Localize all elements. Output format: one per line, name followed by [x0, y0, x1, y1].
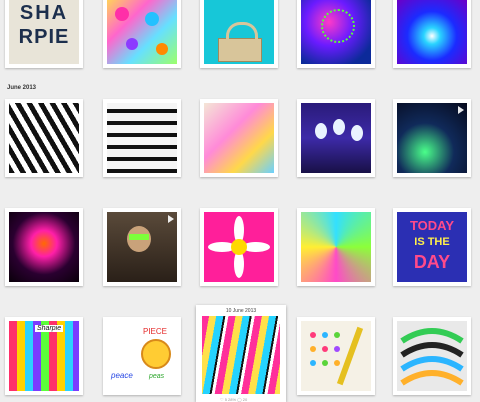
neon-burst-photo: [397, 0, 467, 64]
pizza-icon: [141, 339, 171, 369]
markers-icon: [400, 328, 464, 386]
decorated-markers-photo: [397, 321, 467, 391]
photo-tile-expanded[interactable]: 10 June 2013 ♡ 5 28% ◯ 20: [196, 305, 286, 402]
picnic-basket-photo: [204, 0, 274, 64]
neon-tiger-photo: [9, 212, 79, 282]
photo-tile[interactable]: [103, 99, 181, 177]
section-date-label: June 2013: [7, 85, 37, 91]
daisy-photo: [204, 212, 274, 282]
peace-pizza-photo: PIECE peace peas: [107, 321, 177, 391]
decorated-mask-photo: [204, 103, 274, 173]
photo-tile[interactable]: [297, 99, 375, 177]
photo-tile[interactable]: [200, 0, 278, 68]
photo-tile[interactable]: [393, 0, 471, 68]
photo-tile[interactable]: [297, 317, 375, 395]
sharpie-logo-photo: SHA RPIE: [9, 0, 79, 64]
sharpie-markers-photo: Sharpie: [9, 321, 79, 391]
firework-icon: [321, 9, 355, 43]
markers-brand-label: Sharpie: [35, 325, 64, 332]
photo-tile[interactable]: [5, 99, 83, 177]
colorful-stripes-photo: [202, 316, 280, 394]
photo-tile[interactable]: [200, 99, 278, 177]
glow-party-photo: [397, 103, 467, 173]
photo-tile[interactable]: Sharpie: [5, 317, 83, 395]
photo-tile[interactable]: [103, 208, 181, 286]
photo-tile[interactable]: [5, 208, 83, 286]
photo-tile[interactable]: [393, 317, 471, 395]
dots-icon: [310, 326, 364, 386]
today-text-line3: DAY: [413, 252, 451, 272]
basket-handle-icon: [226, 22, 258, 43]
today-is-the-day-photo: TODAY IS THE DAY: [397, 212, 467, 282]
video-play-icon: [168, 215, 174, 223]
peace-word-peas: peas: [149, 373, 165, 380]
photo-tile[interactable]: PIECE peace peas: [103, 317, 181, 395]
masked-group-photo: [301, 103, 371, 173]
bw-pattern-photo: [9, 103, 79, 173]
today-text-line2: IS THE: [414, 236, 450, 248]
photo-tile[interactable]: [297, 208, 375, 286]
peace-word-peace: peace: [111, 371, 133, 380]
daisy-icon: [208, 216, 270, 278]
today-text-line1: TODAY: [409, 218, 455, 233]
fireworks-photo: [301, 0, 371, 64]
photo-tile[interactable]: TODAY IS THE DAY: [393, 208, 471, 286]
photo-stats: ♡ 5 28% ◯ 20: [220, 397, 248, 402]
sharpie-text-line1: SHA: [19, 2, 69, 24]
photo-tile[interactable]: [103, 0, 181, 68]
bikini-pattern-photo: [107, 0, 177, 64]
masked-person-photo: [107, 212, 177, 282]
photo-tile[interactable]: SHA RPIE: [5, 0, 83, 68]
video-play-icon: [458, 106, 464, 114]
peace-word-piece: PIECE: [143, 327, 168, 336]
dot-stickers-photo: [301, 321, 371, 391]
neon-rays-photo: [301, 212, 371, 282]
photo-date: 10 June 2013: [225, 308, 257, 314]
sharpie-text-line2: RPIE: [18, 26, 70, 48]
photo-tile[interactable]: [393, 99, 471, 177]
photo-tile[interactable]: [200, 208, 278, 286]
tribal-pattern-photo: [107, 103, 177, 173]
pattern-icon: [115, 7, 168, 55]
photo-tile[interactable]: [297, 0, 375, 68]
